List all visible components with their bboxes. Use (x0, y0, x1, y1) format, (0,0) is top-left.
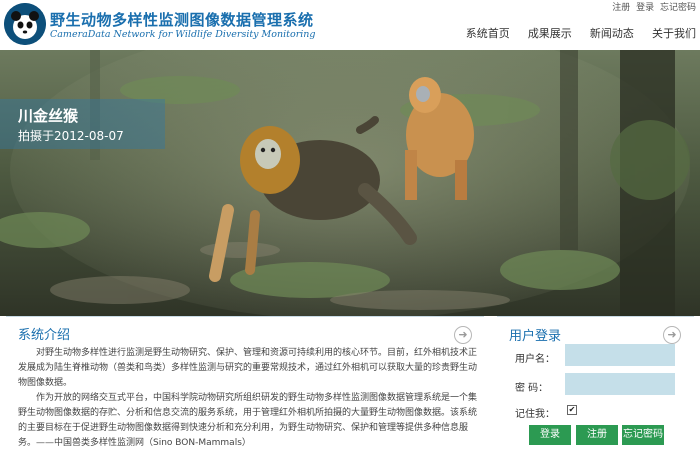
photo-caption: 川金丝猴 拍摄于2012-08-07 (0, 99, 165, 149)
intro-paragraph: 作为开放的网络交互式平台，中国科学院动物研究所组织研发的野生动物多样性监测图像数… (18, 393, 478, 448)
system-intro-panel: 系统介绍 ➜ 对野生动物多样性进行监测是野生动物研究、保护、管理和资源可持续利用… (6, 316, 484, 458)
password-input[interactable] (565, 373, 675, 395)
remember-me-checkbox[interactable]: ✔ (567, 405, 577, 415)
top-links: 注册 登录 忘记密码 (609, 0, 696, 13)
nav-item-achievements[interactable]: 成果展示 (528, 27, 572, 40)
intro-title: 系统介绍 (18, 328, 71, 343)
panda-logo-icon (4, 3, 46, 45)
hero-photo (0, 50, 700, 316)
intro-paragraph: 对野生动物多样性进行监测是野生动物研究、保护、管理和资源可持续利用的核心环节。目… (18, 348, 478, 388)
site-subtitle: CameraData Network for Wildlife Diversit… (50, 29, 316, 40)
register-button[interactable]: 注册 (576, 425, 618, 445)
nav-item-home[interactable]: 系统首页 (466, 27, 510, 40)
top-link-login[interactable]: 登录 (636, 3, 654, 13)
username-label: 用户名： (515, 354, 555, 365)
top-link-register[interactable]: 注册 (612, 3, 630, 13)
login-title: 用户登录 (509, 329, 562, 344)
intro-more-arrow-icon[interactable]: ➜ (454, 326, 472, 344)
nav-item-about[interactable]: 关于我们 (652, 27, 696, 40)
login-more-arrow-icon[interactable]: ➜ (663, 326, 681, 344)
caption-date: 拍摄于2012-08-07 (18, 129, 124, 143)
hero-banner: 川金丝猴 拍摄于2012-08-07 (0, 50, 700, 316)
password-label: 密 码： (515, 383, 549, 394)
forgot-password-button[interactable]: 忘记密码 (622, 425, 664, 445)
header: 野生动物多样性监测图像数据管理系统 CameraData Network for… (0, 0, 700, 50)
intro-body: 对野生动物多样性进行监测是野生动物研究、保护、管理和资源可持续利用的核心环节。目… (18, 346, 478, 451)
login-panel: 用户登录 ➜ 用户名： 密 码： 记住我： ✔ 登录 注册 忘记密码 (497, 316, 694, 458)
main-nav: 系统首页 成果展示 新闻动态 关于我们 (453, 22, 696, 41)
top-link-forgot-password[interactable]: 忘记密码 (660, 3, 696, 13)
caption-title: 川金丝猴 (18, 107, 79, 125)
site-title: 野生动物多样性监测图像数据管理系统 (50, 11, 314, 29)
nav-item-news[interactable]: 新闻动态 (590, 27, 634, 40)
username-input[interactable] (565, 344, 675, 366)
remember-label: 记住我： (515, 409, 555, 420)
login-button[interactable]: 登录 (529, 425, 571, 445)
